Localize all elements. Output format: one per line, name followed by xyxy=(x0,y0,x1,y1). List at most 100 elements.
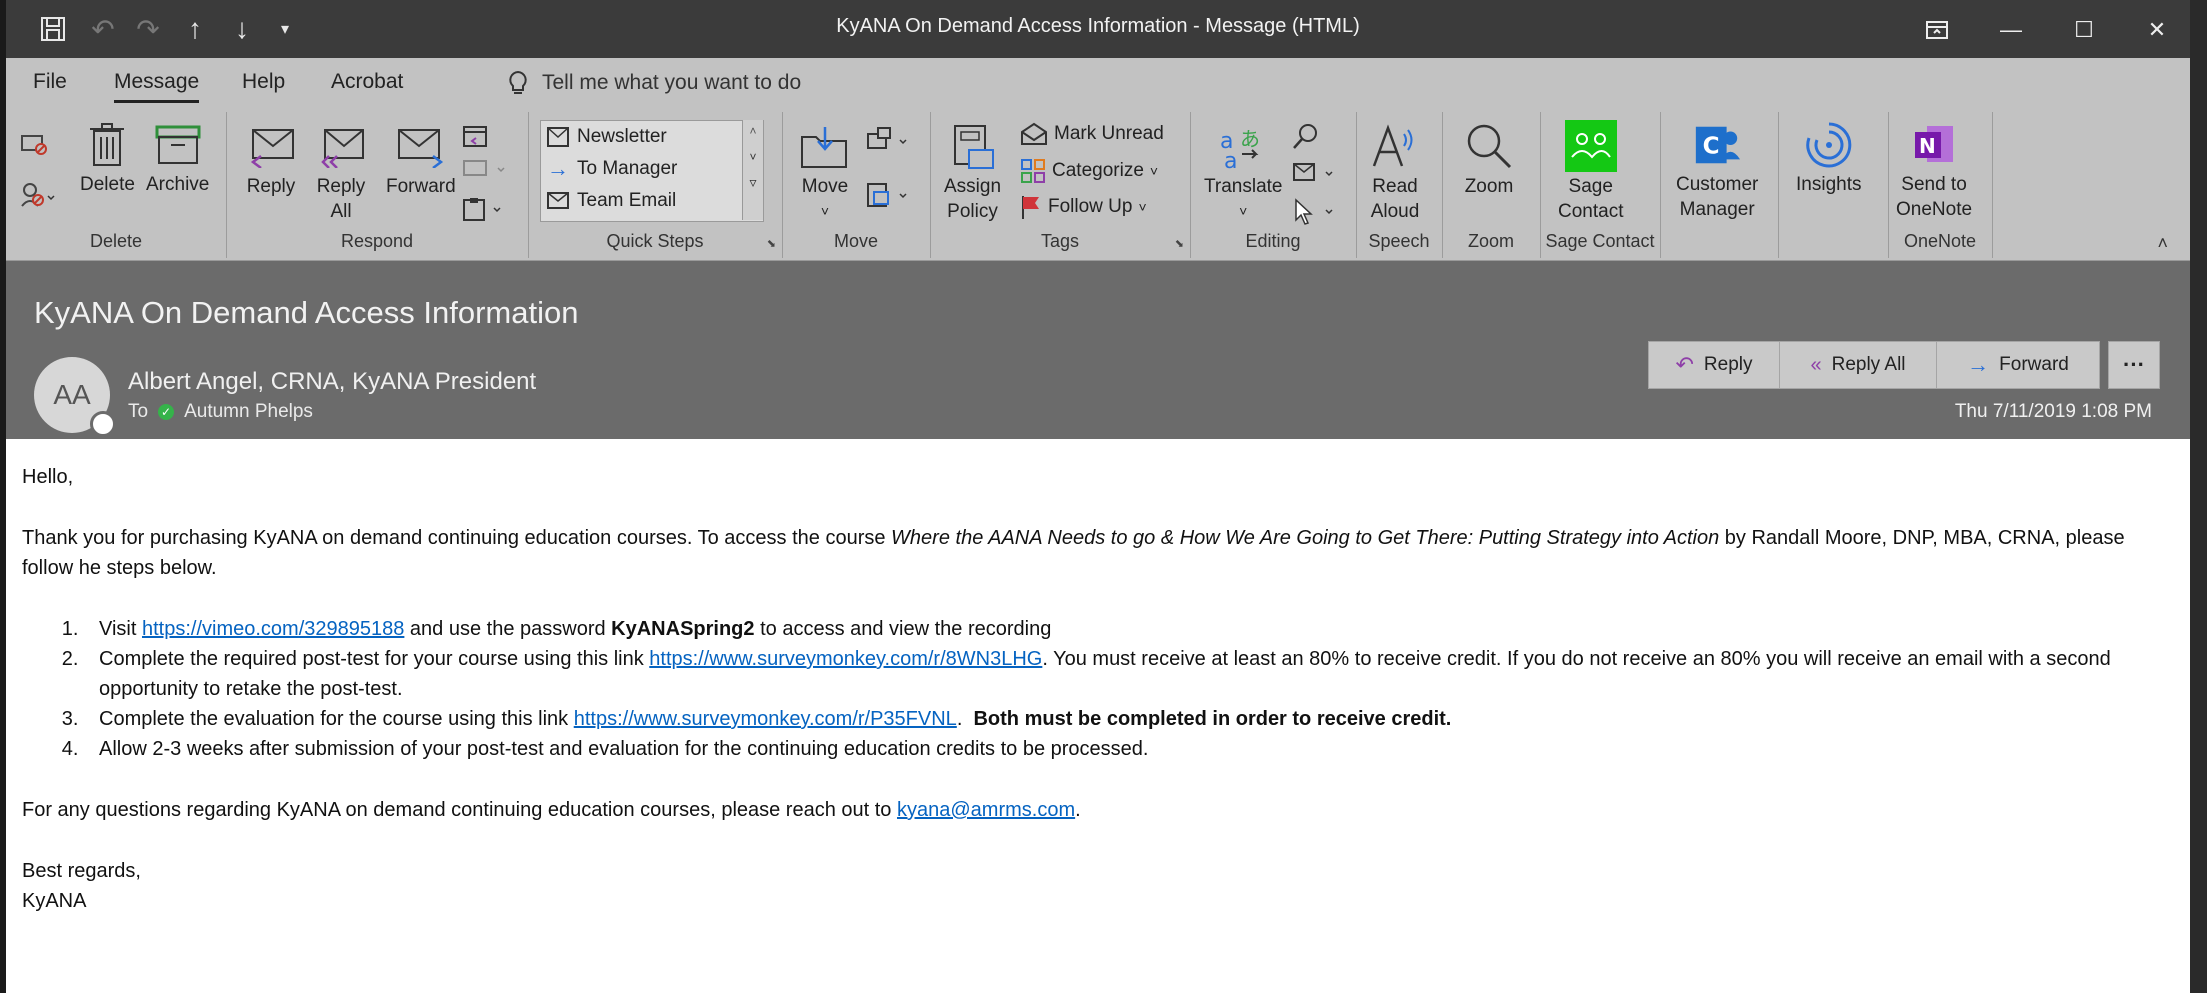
collapse-ribbon-icon[interactable]: ˄ xyxy=(2157,233,2168,254)
header-reply-all-button[interactable]: « Reply All xyxy=(1779,341,1937,389)
header-forward-button[interactable]: → Forward xyxy=(1936,341,2100,389)
select-icon[interactable] xyxy=(1292,198,1340,226)
translate-button[interactable]: aあa Translate ˅ xyxy=(1204,122,1283,224)
mark-unread-button[interactable]: Mark Unread xyxy=(1020,122,1164,146)
im-reply-icon[interactable] xyxy=(462,158,506,182)
menu-message[interactable]: Message xyxy=(114,70,200,103)
close-button[interactable]: ✕ xyxy=(2132,10,2182,50)
intro-paragraph: Thank you for purchasing KyANA on demand… xyxy=(22,527,2125,579)
recipient-name[interactable]: Autumn Phelps xyxy=(184,401,313,423)
header-reply-label: Reply xyxy=(1703,354,1753,375)
sage-icon xyxy=(1564,120,1617,172)
quick-steps-group: Newsletter → To Manager Team Email ˄ ˅ ▿… xyxy=(528,112,783,258)
move-label: Move xyxy=(801,176,849,197)
list-item: Visit https://vimeo.com/329895188 and us… xyxy=(84,614,2162,644)
email-link[interactable]: kyana@amrms.com xyxy=(897,799,1075,821)
junk-icon[interactable] xyxy=(20,180,56,208)
mark-unread-icon xyxy=(1021,122,1047,145)
tags-group-label: Tags xyxy=(1040,231,1080,251)
magnifier-icon xyxy=(1464,122,1514,172)
header-reply-button[interactable]: ↶ Reply xyxy=(1648,341,1780,389)
assign-policy-button[interactable]: Assign Policy xyxy=(944,122,1001,224)
maximize-button[interactable]: ☐ xyxy=(2059,10,2109,50)
quick-steps-scroll[interactable]: ˄ ˅ ▿ xyxy=(742,120,763,220)
translate-icon: aあa xyxy=(1218,122,1268,172)
available-check-icon: ✓ xyxy=(158,404,175,420)
quick-step-newsletter[interactable]: Newsletter xyxy=(541,121,763,153)
rules-icon[interactable] xyxy=(866,126,914,156)
ribbon-reply-all-button[interactable]: Reply All xyxy=(316,122,366,224)
zoom-button[interactable]: Zoom xyxy=(1464,122,1514,199)
menu-help[interactable]: Help xyxy=(242,70,285,94)
header-reply-all-label: Reply All xyxy=(1831,354,1906,375)
ribbon-display-options-icon[interactable] xyxy=(1912,10,1962,50)
quick-step-to-manager[interactable]: → To Manager xyxy=(541,153,763,185)
read-aloud-label-1: Read xyxy=(1372,176,1418,197)
svg-text:C: C xyxy=(1703,134,1720,160)
insights-icon xyxy=(1804,120,1854,170)
scroll-up-icon[interactable]: ˄ xyxy=(743,124,763,138)
editing-group: aあa Translate ˅ Editing xyxy=(1190,112,1357,258)
more-respond-icon[interactable] xyxy=(462,196,506,222)
title-bar: ↶ ↷ ↑ ↓ ▾ KyANA On Demand Access Informa… xyxy=(6,0,2190,58)
expand-gallery-icon[interactable]: ▿ xyxy=(743,174,763,191)
customer-manager-group: C Customer Manager xyxy=(1660,112,1779,258)
categorize-icon xyxy=(1021,159,1045,183)
scroll-down-icon[interactable]: ˅ xyxy=(743,150,763,164)
quick-steps-label: Quick Steps xyxy=(606,231,704,251)
ignore-icon[interactable] xyxy=(20,132,48,156)
follow-up-dropdown-icon: ˅ xyxy=(1138,199,1147,215)
meeting-reply-icon[interactable] xyxy=(462,122,488,148)
greeting: Hello, xyxy=(22,466,74,488)
vimeo-link[interactable]: https://vimeo.com/329895188 xyxy=(142,618,404,640)
send-to-onenote-button[interactable]: N Send to OneNote xyxy=(1896,120,1972,222)
menu-acrobat[interactable]: Acrobat xyxy=(331,70,403,94)
send-onenote-label-1: Send to xyxy=(1901,174,1967,195)
archive-button[interactable]: Archive xyxy=(146,120,209,197)
reply-label: Reply xyxy=(246,176,296,197)
ribbon-reply-button[interactable]: Reply xyxy=(246,122,296,199)
respond-group: Reply Reply All Forward Respond xyxy=(226,112,529,258)
quick-steps-launcher-icon[interactable]: ⬊ xyxy=(767,237,776,250)
quick-step-team-email[interactable]: Team Email xyxy=(541,185,763,217)
sage-group-label: Sage Contact xyxy=(1545,231,1655,251)
find-icon[interactable] xyxy=(1292,122,1320,150)
assign-label-1: Assign xyxy=(944,176,1002,197)
sender-name[interactable]: Albert Angel, CRNA, KyANA President xyxy=(128,368,536,396)
categorize-dropdown-icon: ˅ xyxy=(1149,163,1159,179)
move-button[interactable]: Move ˅ xyxy=(800,122,850,224)
minimize-button[interactable]: — xyxy=(1986,10,2036,50)
menu-file[interactable]: File xyxy=(33,70,67,94)
presence-indicator xyxy=(90,411,116,437)
sage-contact-button[interactable]: Sage Contact xyxy=(1558,120,1623,224)
onenote-group: N Send to OneNote OneNote xyxy=(1888,112,1993,258)
reply-all-label-2: All xyxy=(330,201,352,222)
translate-label: Translate xyxy=(1204,176,1283,197)
archive-icon xyxy=(153,120,203,170)
customer-manager-button[interactable]: C Customer Manager xyxy=(1676,120,1758,222)
delete-button[interactable]: Delete xyxy=(80,120,135,197)
sage-label-2: Contact xyxy=(1558,201,1624,222)
svg-text:あ: あ xyxy=(1240,127,1260,151)
onenote-actions-icon[interactable] xyxy=(866,180,914,210)
read-aloud-button[interactable]: Read Aloud xyxy=(1370,122,1420,224)
archive-label: Archive xyxy=(146,174,210,195)
respond-group-label: Respond xyxy=(340,231,414,251)
assign-policy-icon xyxy=(948,122,998,172)
evaluation-link[interactable]: https://www.surveymonkey.com/r/P35FVNL xyxy=(574,708,957,730)
more-actions-button[interactable]: ··· xyxy=(2108,341,2160,389)
tell-me-search[interactable]: Tell me what you want to do xyxy=(508,70,801,96)
post-test-link[interactable]: https://www.surveymonkey.com/r/8WN3LHG xyxy=(649,648,1042,670)
read-aloud-label-2: Aloud xyxy=(1370,201,1420,222)
ribbon-forward-button[interactable]: Forward xyxy=(386,122,456,199)
to-label: To xyxy=(128,401,149,422)
onenote-icon: N xyxy=(1909,120,1959,170)
tags-launcher-icon[interactable]: ⬊ xyxy=(1175,237,1184,250)
follow-up-button[interactable]: Follow Up ˅ xyxy=(1020,194,1147,220)
translate-dropdown-icon: ˅ xyxy=(1239,203,1248,219)
move-group: Move ˅ Move xyxy=(782,112,931,258)
related-icon[interactable] xyxy=(1292,160,1340,186)
categorize-button[interactable]: Categorize ˅ xyxy=(1020,158,1158,184)
insights-button[interactable]: Insights xyxy=(1796,120,1861,197)
zoom-group-label: Zoom xyxy=(1467,231,1514,251)
